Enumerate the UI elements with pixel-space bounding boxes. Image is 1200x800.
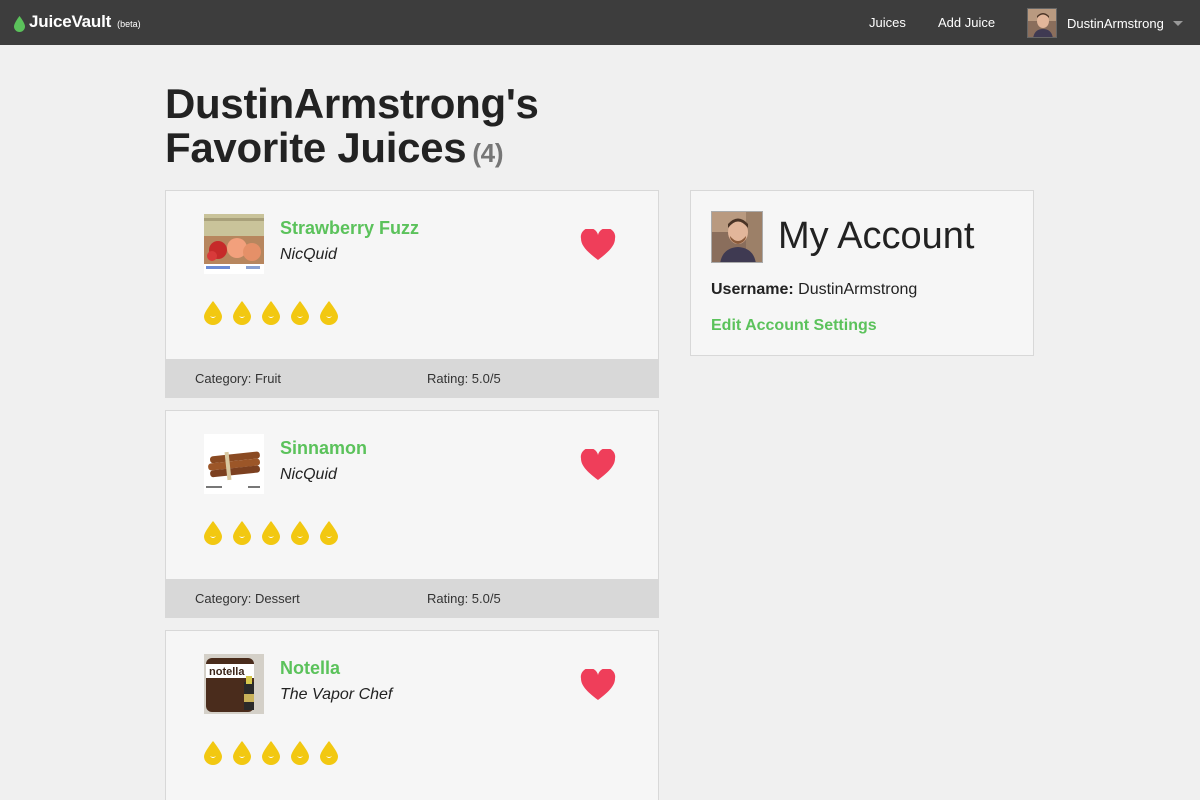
brand-logo[interactable]: JuiceVault (beta)	[14, 12, 141, 32]
username-value: DustinArmstrong	[798, 281, 918, 298]
juice-name-link[interactable]: Notella	[280, 658, 340, 679]
username-label: Username:	[711, 281, 794, 298]
juice-brand: The Vapor Chef	[280, 686, 393, 703]
drop-icon	[233, 741, 251, 765]
drop-icon	[262, 521, 280, 545]
account-username-row: Username: DustinArmstrong	[711, 281, 917, 299]
edit-account-settings-link[interactable]: Edit Account Settings	[711, 317, 877, 335]
drop-icon	[262, 301, 280, 325]
juice-card: notella Notella The Vapor Chef	[165, 630, 659, 800]
drop-icon	[204, 301, 222, 325]
juice-card-footer: Category: Fruit Rating: 5.0/5	[166, 359, 658, 397]
juice-name-link[interactable]: Strawberry Fuzz	[280, 218, 419, 239]
account-title: My Account	[778, 215, 975, 257]
juice-card: Strawberry Fuzz NicQuid Category: Fruit …	[165, 190, 659, 398]
juice-brand: NicQuid	[280, 246, 337, 263]
user-menu-dropdown[interactable]: DustinArmstrong	[1027, 8, 1183, 38]
drop-icon	[291, 301, 309, 325]
favorite-heart-button[interactable]	[580, 228, 616, 261]
page-title: DustinArmstrong's Favorite Juices (4)	[165, 82, 625, 175]
juice-card-footer: Category: Dessert Rating: 5.0/5	[166, 579, 658, 617]
juice-category: Category: Fruit	[195, 371, 281, 386]
drop-icon	[204, 741, 222, 765]
user-avatar	[1027, 8, 1057, 38]
droplet-icon	[14, 16, 25, 32]
juice-category: Category: Dessert	[195, 591, 300, 606]
account-avatar	[711, 211, 763, 263]
drop-icon	[233, 301, 251, 325]
page-title-line2: Favorite Juices	[165, 124, 467, 171]
juice-rating: Rating: 5.0/5	[427, 371, 501, 386]
drop-icon	[233, 521, 251, 545]
juice-brand: NicQuid	[280, 466, 337, 483]
juice-card: Sinnamon NicQuid Category: Dessert Ratin…	[165, 410, 659, 618]
drop-icon	[320, 301, 338, 325]
drop-icon	[320, 521, 338, 545]
drop-icon	[320, 741, 338, 765]
favorites-count: (4)	[472, 138, 504, 168]
juice-name-link[interactable]: Sinnamon	[280, 438, 367, 459]
juice-rating: Rating: 5.0/5	[427, 591, 501, 606]
drop-icon	[291, 741, 309, 765]
rating-drops	[204, 521, 338, 545]
drop-icon	[291, 521, 309, 545]
account-panel: My Account Username: DustinArmstrong Edi…	[690, 190, 1034, 356]
brand-name: JuiceVault	[29, 12, 112, 31]
favorite-heart-button[interactable]	[580, 668, 616, 701]
nav-link-juices[interactable]: Juices	[869, 15, 906, 31]
nav-username: DustinArmstrong	[1067, 15, 1164, 31]
beta-badge: (beta)	[117, 19, 141, 29]
juice-thumbnail[interactable]	[204, 434, 264, 494]
favorite-heart-button[interactable]	[580, 448, 616, 481]
juice-thumbnail[interactable]	[204, 214, 264, 274]
nav-link-add-juice[interactable]: Add Juice	[938, 15, 995, 31]
caret-down-icon	[1172, 20, 1183, 26]
svg-text:notella: notella	[209, 666, 245, 678]
heart-icon	[580, 448, 616, 480]
juice-thumbnail[interactable]: notella	[204, 654, 264, 714]
rating-drops	[204, 741, 338, 765]
page-title-line1: DustinArmstrong's	[165, 80, 539, 127]
heart-icon	[580, 668, 616, 700]
heart-icon	[580, 228, 616, 260]
drop-icon	[204, 521, 222, 545]
top-navbar: JuiceVault (beta) Juices Add Juice Dusti…	[0, 0, 1200, 45]
drop-icon	[262, 741, 280, 765]
rating-drops	[204, 301, 338, 325]
